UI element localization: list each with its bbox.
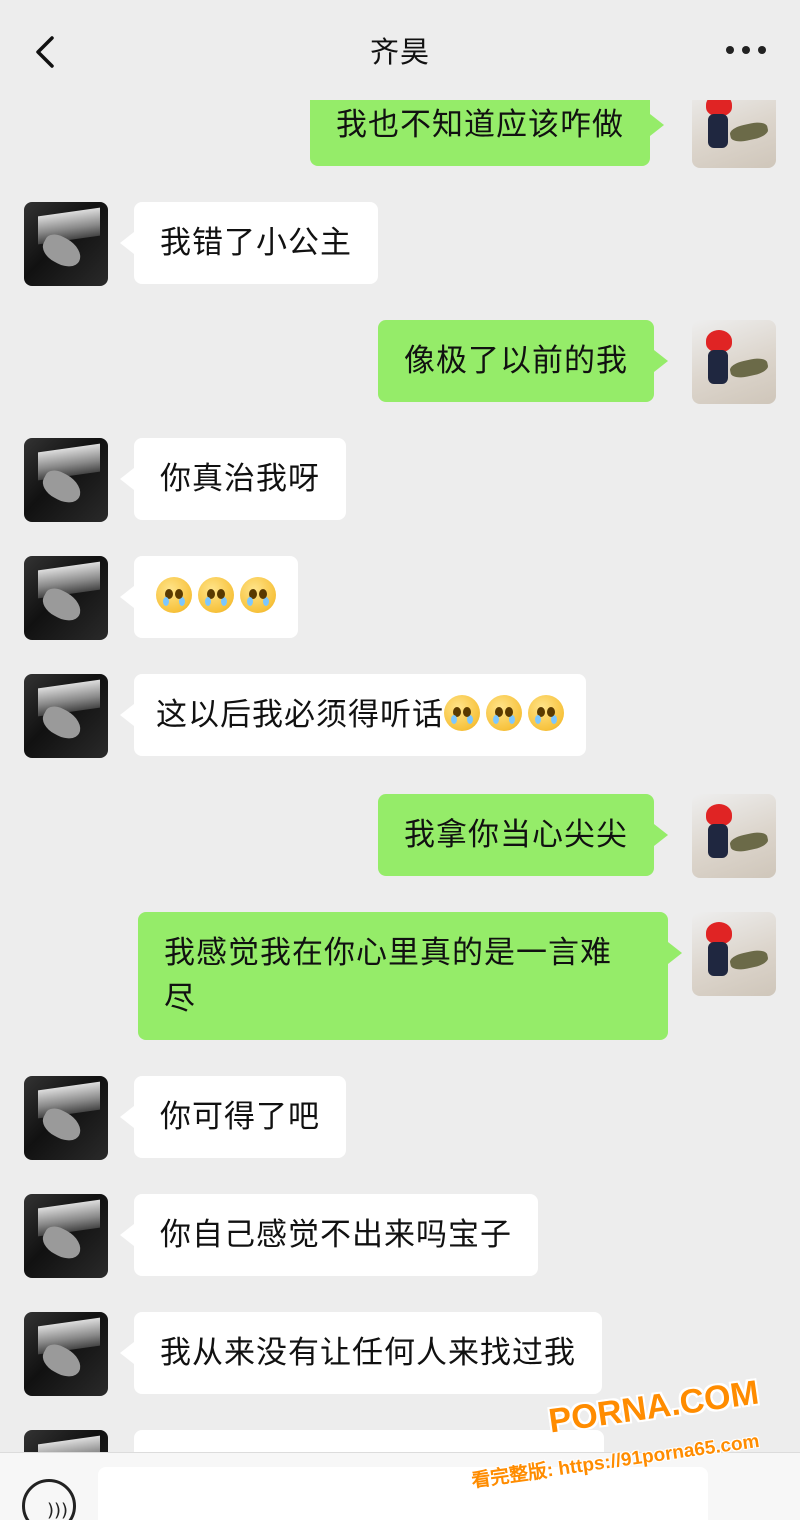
avatar-self[interactable] (692, 912, 776, 996)
avatar-contact[interactable] (24, 1194, 108, 1278)
message-bubble-outgoing[interactable]: 我感觉我在你心里真的是一言难尽 (138, 912, 682, 1040)
crying-face-icon (156, 577, 192, 613)
more-dots-icon[interactable] (726, 38, 766, 62)
avatar-contact[interactable] (24, 1312, 108, 1396)
avatar-contact[interactable] (24, 1076, 108, 1160)
message-bubble-incoming[interactable]: 你自己感觉不出来吗宝子 (120, 1194, 538, 1276)
avatar-self[interactable] (692, 320, 776, 404)
message-bubble-incoming[interactable]: 这以后我必须得听话 (120, 674, 586, 756)
crying-face-icon (198, 577, 234, 613)
voice-icon[interactable]: ))) (22, 1479, 76, 1520)
message-bubble-incoming[interactable]: 我从来没有让任何人来找过我 (120, 1312, 602, 1394)
avatar-self[interactable] (692, 794, 776, 878)
avatar-contact[interactable] (24, 438, 108, 522)
input-bar: ))) (0, 1452, 800, 1520)
message-bubble-incoming[interactable]: 我错了小公主 (120, 202, 378, 284)
avatar-contact[interactable] (24, 202, 108, 286)
crying-face-icon (444, 695, 480, 731)
crying-face-icon (240, 577, 276, 613)
crying-face-icon (528, 695, 564, 731)
message-input[interactable] (98, 1467, 708, 1520)
page-title: 齐昊 (369, 35, 430, 69)
message-text: 这以后我必须得听话 (156, 697, 444, 733)
chat-area: 我也不知道应该咋做 我错了小公主 像极了以前的我 你真治我呀 这以后我必须得听话… (0, 0, 800, 1520)
message-bubble-outgoing[interactable]: 像极了以前的我 (378, 320, 668, 402)
message-bubble-outgoing[interactable]: 我拿你当心尖尖 (378, 794, 668, 876)
avatar-contact[interactable] (24, 556, 108, 640)
message-bubble-incoming[interactable]: 你可得了吧 (120, 1076, 346, 1158)
avatar-contact[interactable] (24, 674, 108, 758)
chat-header: 齐昊 (0, 0, 800, 100)
message-bubble-incoming-emoji[interactable] (120, 556, 298, 638)
crying-face-icon (486, 695, 522, 731)
chevron-left-icon[interactable] (28, 34, 64, 70)
message-bubble-incoming[interactable]: 你真治我呀 (120, 438, 346, 520)
